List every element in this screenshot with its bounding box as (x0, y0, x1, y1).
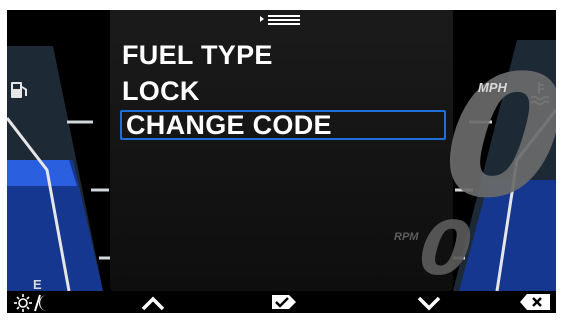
menu-item-lock[interactable]: LOCK (122, 76, 200, 106)
dashboard-screen: 0 0 FUEL TYPE LOCK CHANGE CODE RPM MPH E (7, 10, 556, 313)
down-button[interactable] (409, 291, 449, 313)
check-tag-icon (272, 295, 296, 309)
chevron-down-icon (417, 296, 441, 311)
rpm-readout: 0 (415, 206, 477, 292)
fuel-empty-label: E (33, 277, 42, 292)
bottom-button-bar (7, 291, 556, 313)
chevron-up-icon (141, 296, 165, 311)
up-button[interactable] (133, 291, 173, 313)
delete-button[interactable] (510, 291, 554, 313)
menu-item-fuel-type[interactable]: FUEL TYPE (122, 40, 273, 70)
menu-item-change-code[interactable]: CHANGE CODE (120, 110, 446, 140)
menu-handle-icon (110, 10, 453, 32)
backspace-x-icon (520, 294, 550, 310)
settings-menu-panel: 0 0 FUEL TYPE LOCK CHANGE CODE (110, 10, 556, 292)
rpm-unit-label: RPM (394, 231, 419, 243)
confirm-button[interactable] (263, 291, 303, 313)
day-night-button[interactable] (9, 291, 69, 313)
speed-unit-label: MPH (478, 80, 507, 95)
sun-moon-icon (14, 294, 47, 312)
